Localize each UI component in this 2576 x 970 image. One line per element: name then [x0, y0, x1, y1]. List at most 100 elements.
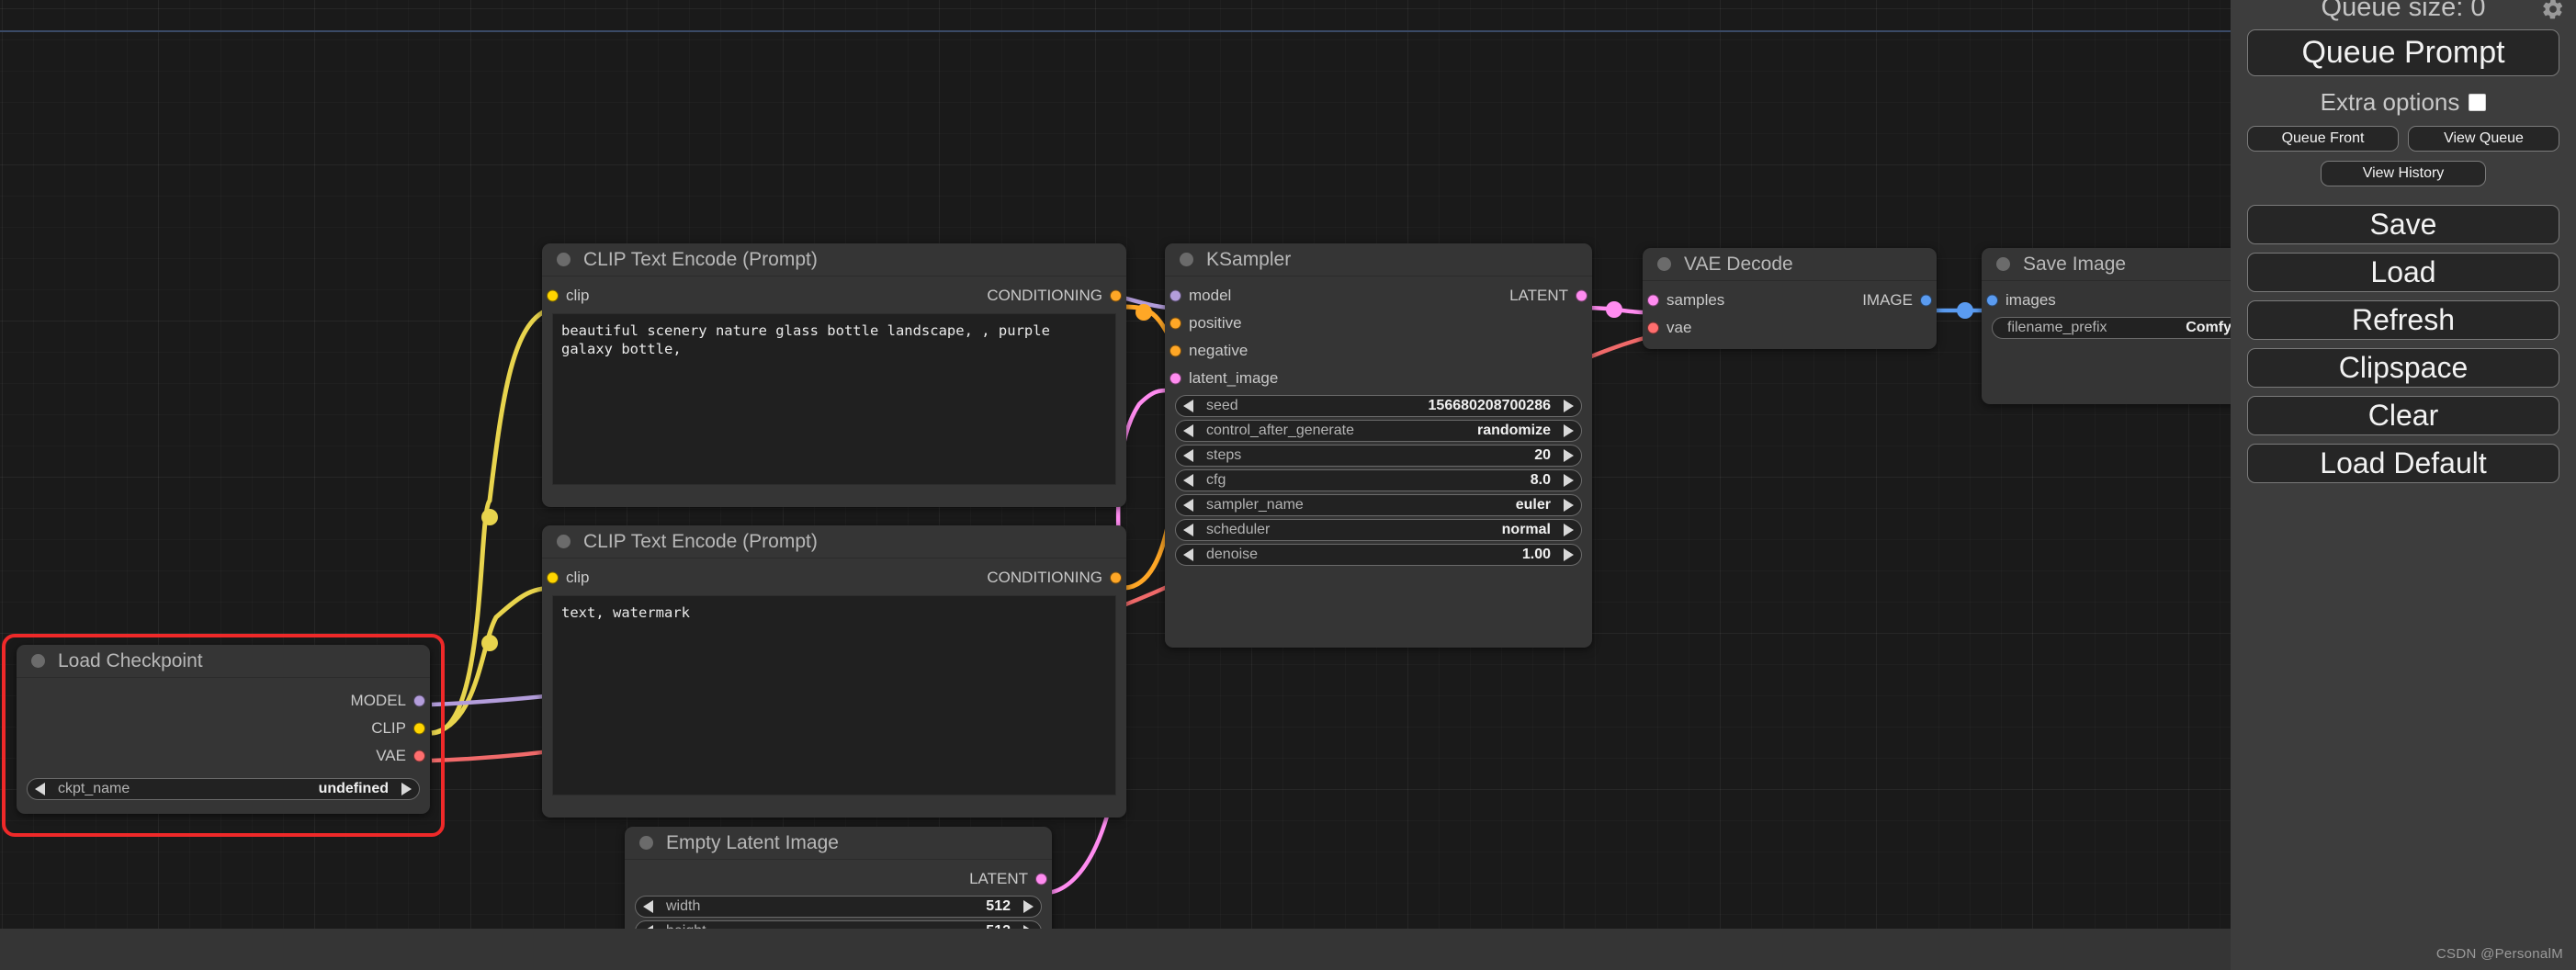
- decrement-arrow-icon[interactable]: [1183, 524, 1193, 536]
- widget-value[interactable]: normal: [1502, 522, 1551, 538]
- input-slot-latent-image[interactable]: latent_image: [1165, 365, 1592, 392]
- extra-options-checkbox[interactable]: [2469, 93, 2487, 111]
- port-positive-in[interactable]: [1169, 317, 1181, 330]
- node-clip-text-encode-negative[interactable]: CLIP Text Encode (Prompt) clip CONDITION…: [542, 525, 1126, 818]
- node-ksampler[interactable]: KSampler model LATENT positive negative: [1165, 243, 1592, 648]
- queue-prompt-button[interactable]: Queue Prompt: [2247, 29, 2559, 76]
- increment-arrow-icon[interactable]: [1564, 474, 1574, 487]
- port-clip[interactable]: [413, 722, 425, 735]
- port-image-out[interactable]: [1920, 294, 1932, 307]
- port-vae-in[interactable]: [1647, 321, 1659, 334]
- decrement-arrow-icon[interactable]: [35, 783, 45, 795]
- collapse-dot-icon[interactable]: [1996, 257, 2010, 271]
- collapse-dot-icon[interactable]: [1657, 257, 1671, 271]
- node-title-bar[interactable]: VAE Decode: [1643, 248, 1937, 281]
- port-samples-in[interactable]: [1647, 294, 1659, 307]
- port-images-in[interactable]: [1986, 294, 1998, 307]
- node-vae-decode[interactable]: VAE Decode samples IMAGE vae: [1643, 248, 1937, 349]
- widget-width[interactable]: width 512: [635, 896, 1042, 918]
- decrement-arrow-icon[interactable]: [1183, 449, 1193, 462]
- port-model[interactable]: [413, 694, 425, 707]
- input-slot-positive[interactable]: positive: [1165, 310, 1592, 337]
- widget-sampler-name[interactable]: sampler_name euler: [1175, 494, 1582, 516]
- widget-filename-prefix[interactable]: filename_prefix ComfyUI: [1992, 317, 2231, 339]
- widget-value[interactable]: randomize: [1477, 423, 1551, 439]
- widget-value[interactable]: euler: [1516, 497, 1551, 513]
- node-save-image[interactable]: Save Image images filename_prefix ComfyU…: [1982, 248, 2231, 404]
- collapse-dot-icon[interactable]: [31, 654, 45, 668]
- port-model-in[interactable]: [1169, 289, 1181, 302]
- widget-steps[interactable]: steps 20: [1175, 445, 1582, 467]
- port-conditioning-out[interactable]: [1110, 289, 1122, 302]
- widget-height[interactable]: height 512: [635, 920, 1042, 929]
- load-default-button[interactable]: Load Default: [2247, 444, 2559, 483]
- node-title-bar[interactable]: Save Image: [1982, 248, 2231, 281]
- node-title-bar[interactable]: CLIP Text Encode (Prompt): [542, 525, 1126, 558]
- view-queue-button[interactable]: View Queue: [2408, 126, 2559, 152]
- node-title-bar[interactable]: Load Checkpoint: [17, 645, 430, 678]
- increment-arrow-icon[interactable]: [1564, 424, 1574, 437]
- save-button[interactable]: Save: [2247, 205, 2559, 244]
- decrement-arrow-icon[interactable]: [1183, 499, 1193, 512]
- input-slot-vae[interactable]: vae: [1643, 314, 1937, 342]
- prompt-textarea[interactable]: beautiful scenery nature glass bottle la…: [552, 313, 1116, 485]
- increment-arrow-icon[interactable]: [1564, 548, 1574, 561]
- decrement-arrow-icon[interactable]: [1183, 424, 1193, 437]
- input-slot-negative[interactable]: negative: [1165, 337, 1592, 365]
- port-clip-in[interactable]: [547, 571, 559, 584]
- decrement-arrow-icon[interactable]: [1183, 548, 1193, 561]
- collapse-dot-icon[interactable]: [557, 253, 571, 266]
- node-load-checkpoint[interactable]: Load Checkpoint MODEL CLIP VAE ckpt_name…: [17, 645, 430, 814]
- graph-canvas[interactable]: Load Checkpoint MODEL CLIP VAE ckpt_name…: [0, 0, 2231, 929]
- decrement-arrow-icon[interactable]: [1183, 400, 1193, 412]
- refresh-button[interactable]: Refresh: [2247, 300, 2559, 340]
- decrement-arrow-icon[interactable]: [643, 900, 653, 913]
- node-title-bar[interactable]: KSampler: [1165, 243, 1592, 276]
- widget-value[interactable]: 156680208700286: [1429, 398, 1551, 414]
- widget-cfg[interactable]: cfg 8.0: [1175, 469, 1582, 491]
- output-slot-clip[interactable]: CLIP: [17, 715, 430, 742]
- clipspace-button[interactable]: Clipspace: [2247, 348, 2559, 388]
- widget-value[interactable]: 8.0: [1531, 472, 1551, 489]
- port-latent-out[interactable]: [1576, 289, 1587, 302]
- output-slot-latent[interactable]: LATENT: [625, 865, 1052, 893]
- decrement-arrow-icon[interactable]: [1183, 474, 1193, 487]
- output-slot-model[interactable]: MODEL: [17, 687, 430, 715]
- increment-arrow-icon[interactable]: [401, 783, 412, 795]
- widget-ckpt-name[interactable]: ckpt_name undefined: [27, 778, 420, 800]
- collapse-dot-icon[interactable]: [639, 836, 653, 850]
- collapse-dot-icon[interactable]: [557, 535, 571, 548]
- widget-value[interactable]: 512: [986, 898, 1011, 915]
- widget-denoise[interactable]: denoise 1.00: [1175, 544, 1582, 566]
- node-title-bar[interactable]: CLIP Text Encode (Prompt): [542, 243, 1126, 276]
- port-latent-image-in[interactable]: [1169, 372, 1181, 385]
- prompt-textarea[interactable]: text, watermark: [552, 595, 1116, 795]
- gear-icon[interactable]: [2541, 0, 2565, 21]
- increment-arrow-icon[interactable]: [1564, 524, 1574, 536]
- port-clip-in[interactable]: [547, 289, 559, 302]
- view-history-button[interactable]: View History: [2321, 161, 2486, 186]
- port-conditioning-out[interactable]: [1110, 571, 1122, 584]
- increment-arrow-icon[interactable]: [1564, 449, 1574, 462]
- load-button[interactable]: Load: [2247, 253, 2559, 292]
- widget-value[interactable]: undefined: [319, 781, 389, 797]
- port-latent-out[interactable]: [1035, 873, 1047, 885]
- port-negative-in[interactable]: [1169, 344, 1181, 357]
- widget-value[interactable]: ComfyUI: [2186, 320, 2231, 336]
- input-slot-images[interactable]: images: [1982, 287, 2231, 314]
- widget-seed[interactable]: seed 156680208700286: [1175, 395, 1582, 417]
- port-vae[interactable]: [413, 750, 425, 762]
- output-slot-vae[interactable]: VAE: [17, 742, 430, 770]
- node-title-bar[interactable]: Empty Latent Image: [625, 827, 1052, 860]
- node-clip-text-encode-positive[interactable]: CLIP Text Encode (Prompt) clip CONDITION…: [542, 243, 1126, 507]
- widget-value[interactable]: 1.00: [1522, 547, 1551, 563]
- widget-scheduler[interactable]: scheduler normal: [1175, 519, 1582, 541]
- increment-arrow-icon[interactable]: [1023, 900, 1034, 913]
- increment-arrow-icon[interactable]: [1564, 499, 1574, 512]
- clear-button[interactable]: Clear: [2247, 396, 2559, 435]
- collapse-dot-icon[interactable]: [1180, 253, 1193, 266]
- widget-value[interactable]: 20: [1534, 447, 1551, 464]
- queue-front-button[interactable]: Queue Front: [2247, 126, 2399, 152]
- increment-arrow-icon[interactable]: [1564, 400, 1574, 412]
- node-empty-latent-image[interactable]: Empty Latent Image LATENT width 512 heig…: [625, 827, 1052, 929]
